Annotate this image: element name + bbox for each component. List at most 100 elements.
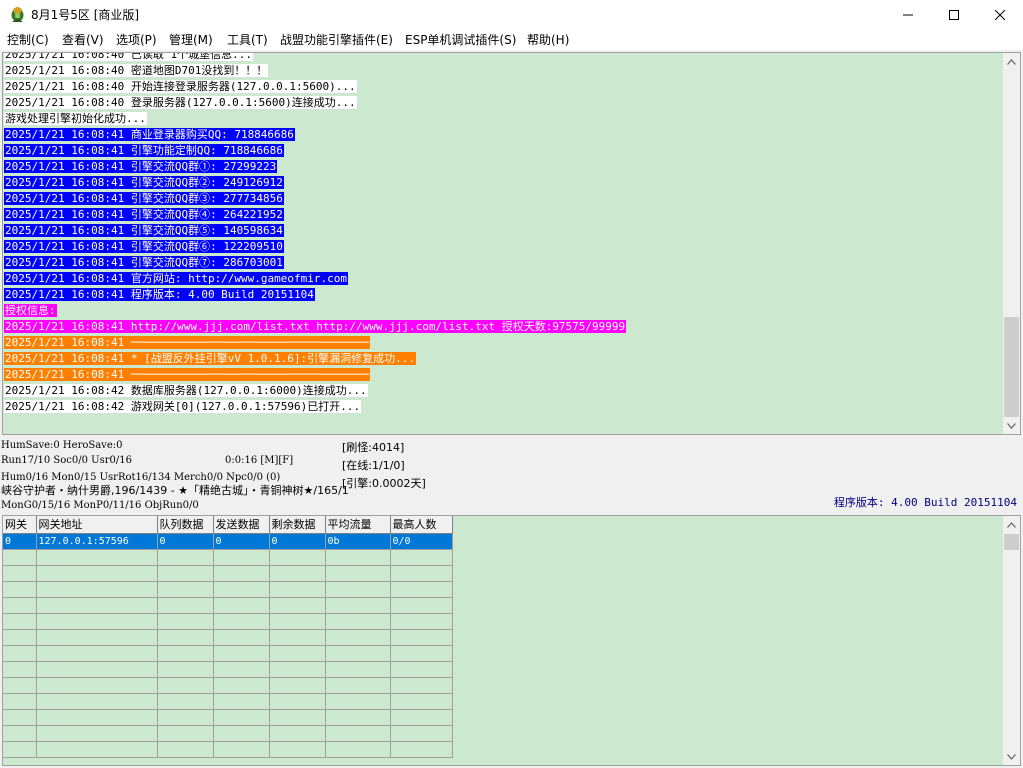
log-line: 2025/1/21 16:08:41 ─────────────────────… — [4, 367, 1004, 383]
table-row-empty — [3, 597, 453, 614]
grid-scroll-up-arrow[interactable] — [1003, 516, 1020, 533]
maximize-button[interactable] — [931, 0, 977, 30]
table-cell — [36, 581, 158, 598]
table-cell — [3, 709, 37, 726]
table-cell — [36, 709, 158, 726]
chevron-down-icon — [1007, 753, 1016, 760]
table-cell — [36, 661, 158, 678]
grid-scroll-thumb[interactable] — [1004, 534, 1019, 550]
scroll-thumb[interactable] — [1004, 317, 1019, 417]
table-cell — [213, 629, 270, 646]
col-gateway[interactable]: 网关 — [3, 516, 37, 534]
table-cell — [213, 709, 270, 726]
menu-help[interactable]: 帮助(H) — [527, 32, 569, 48]
maximize-icon — [949, 10, 959, 20]
table-row-empty — [3, 645, 453, 662]
log-line-text: 2025/1/21 16:08:41 引擎功能定制QQ: 718846686 — [4, 144, 284, 157]
table-cell — [325, 549, 391, 566]
close-button[interactable] — [977, 0, 1023, 30]
log-line: 2025/1/21 16:08:41 引擎交流QQ群⑤: 140598634 — [4, 223, 1004, 239]
log-scrollbar[interactable] — [1003, 53, 1020, 434]
table-cell: 0 — [269, 533, 326, 550]
log-line-text: 2025/1/21 16:08:40 已读取 1个城堡信息... — [4, 53, 253, 61]
log-line: 2025/1/21 16:08:41 官方网站: http://www.game… — [4, 271, 1004, 287]
col-avg-traffic[interactable]: 平均流量 — [325, 516, 391, 534]
table-cell — [213, 725, 270, 742]
log-line: 2025/1/21 16:08:42 游戏网关[0](127.0.0.1:575… — [4, 399, 1004, 415]
table-cell — [213, 677, 270, 694]
table-body: 0 127.0.0.1:57596 0 0 0 0b 0/0 — [3, 533, 453, 758]
menu-options[interactable]: 选项(P) — [116, 32, 157, 48]
grid-scroll-down-arrow[interactable] — [1003, 748, 1020, 765]
status-boss-info: 峡谷守护者・纳什男爵,196/1439 - ★「精绝古城」・青铜神树★/165/… — [1, 484, 349, 497]
table-cell: 0/0 — [390, 533, 453, 550]
table-cell — [325, 725, 391, 742]
table-cell: 127.0.0.1:57596 — [36, 533, 158, 550]
menu-engine-plugin[interactable]: 战盟功能引擎插件(E) — [280, 32, 393, 48]
table-cell — [3, 597, 37, 614]
table-cell — [157, 549, 214, 566]
menu-bar: 控制(C) 查看(V) 选项(P) 管理(M) 工具(T) 战盟功能引擎插件(E… — [0, 30, 1023, 50]
gateway-grid[interactable]: 网关 网关地址 队列数据 发送数据 剩余数据 平均流量 最高人数 0 127.0.… — [2, 515, 1021, 766]
log-line: 2025/1/21 16:08:41 ─────────────────────… — [4, 335, 1004, 351]
col-send-data[interactable]: 发送数据 — [213, 516, 270, 534]
col-remaining-data[interactable]: 剩余数据 — [269, 516, 326, 534]
status-monsters: MonG0/15/16 MonP0/11/16 ObjRun0/0 — [1, 500, 199, 511]
table-cell — [325, 741, 391, 758]
log-lines: 2025/1/21 16:08:40 已读取 1个城堡信息... 2025/1/2… — [4, 53, 1004, 415]
table-cell — [390, 661, 453, 678]
table-cell — [325, 597, 391, 614]
log-line-text: 2025/1/21 16:08:41 商业登录器购买QQ: 718846686 — [4, 128, 295, 141]
table-cell — [325, 629, 391, 646]
table-cell — [269, 709, 326, 726]
grid-scrollbar[interactable] — [1003, 516, 1020, 765]
col-max-users[interactable]: 最高人数 — [390, 516, 453, 534]
table-cell — [390, 565, 453, 582]
table-cell — [390, 741, 453, 758]
menu-tools[interactable]: 工具(T) — [227, 32, 268, 48]
log-line-text: 2025/1/21 16:08:41 引擎交流QQ群⑥: 122209510 — [4, 240, 284, 253]
log-line-text: 2025/1/21 16:08:41 引擎交流QQ群①: 27299223 — [4, 160, 278, 173]
table-cell — [157, 581, 214, 598]
table-cell — [157, 709, 214, 726]
table-row[interactable]: 0 127.0.0.1:57596 0 0 0 0b 0/0 — [3, 533, 453, 550]
table-cell — [3, 549, 37, 566]
table-row-empty — [3, 661, 453, 678]
table-cell — [325, 565, 391, 582]
log-line: 2025/1/21 16:08:41 引擎交流QQ群⑥: 122209510 — [4, 239, 1004, 255]
log-line-text: 2025/1/21 16:08:42 游戏网关[0](127.0.0.1:575… — [4, 400, 362, 413]
col-gateway-address[interactable]: 网关地址 — [36, 516, 158, 534]
table-cell — [3, 725, 37, 742]
log-line-text: 2025/1/21 16:08:41 引擎交流QQ群②: 249126912 — [4, 176, 284, 189]
menu-view[interactable]: 查看(V) — [62, 32, 104, 48]
table-cell — [213, 549, 270, 566]
log-line-text: 2025/1/21 16:08:41 引擎交流QQ群⑦: 286703001 — [4, 256, 284, 269]
table-row-empty — [3, 581, 453, 598]
table-cell — [157, 741, 214, 758]
log-panel[interactable]: 2025/1/21 16:08:40 已读取 1个城堡信息... 2025/1/2… — [2, 52, 1021, 435]
chevron-up-icon — [1007, 58, 1016, 65]
status-run: Run17/10 Soc0/0 Usr0/16 — [1, 455, 132, 466]
menu-control[interactable]: 控制(C) — [7, 32, 49, 48]
table-cell — [213, 613, 270, 630]
minimize-button[interactable] — [885, 0, 931, 30]
log-line: 2025/1/21 16:08:40 开始连接登录服务器(127.0.0.1:5… — [4, 79, 1004, 95]
log-line: 2025/1/21 16:08:41 引擎交流QQ群④: 264221952 — [4, 207, 1004, 223]
table-cell — [3, 581, 37, 598]
chevron-up-icon — [1007, 521, 1016, 528]
log-line-text: 2025/1/21 16:08:41 引擎交流QQ群④: 264221952 — [4, 208, 284, 221]
col-queue-data[interactable]: 队列数据 — [157, 516, 214, 534]
log-line-text: 2025/1/21 16:08:41 ─────────────────────… — [4, 336, 371, 349]
scroll-down-arrow[interactable] — [1003, 417, 1020, 434]
table-row-empty — [3, 725, 453, 742]
table-cell — [390, 581, 453, 598]
table-cell — [390, 709, 453, 726]
log-line-text: 2025/1/21 16:08:41 程序版本: 4.00 Build 2015… — [4, 288, 315, 301]
table-cell — [269, 741, 326, 758]
version-label: 程序版本: 4.00 Build 20151104 — [833, 496, 1017, 509]
table-cell — [390, 613, 453, 630]
log-line: 2025/1/21 16:08:41 引擎交流QQ群①: 27299223 — [4, 159, 1004, 175]
menu-esp-debug-plugin[interactable]: ESP单机调试插件(S) — [405, 32, 516, 48]
menu-manage[interactable]: 管理(M) — [169, 32, 213, 48]
scroll-up-arrow[interactable] — [1003, 53, 1020, 70]
